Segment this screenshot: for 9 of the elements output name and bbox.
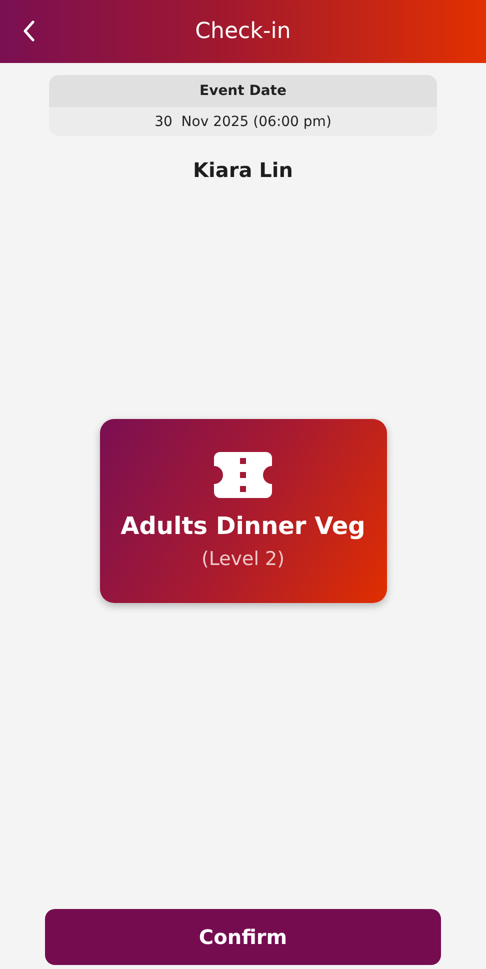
ticket-title: Adults Dinner Veg: [120, 512, 366, 540]
event-date-label: Event Date: [49, 75, 437, 107]
screen-title: Check-in: [195, 19, 291, 44]
ticket-level: (Level 2): [201, 548, 285, 570]
confirm-button[interactable]: Confirm: [45, 909, 441, 965]
ticket-icon: [214, 452, 272, 498]
back-icon: [22, 20, 36, 42]
attendee-name: Kiara Lin: [192, 158, 293, 182]
event-date-value: 30 Nov 2025 (06:00 pm): [154, 113, 332, 132]
